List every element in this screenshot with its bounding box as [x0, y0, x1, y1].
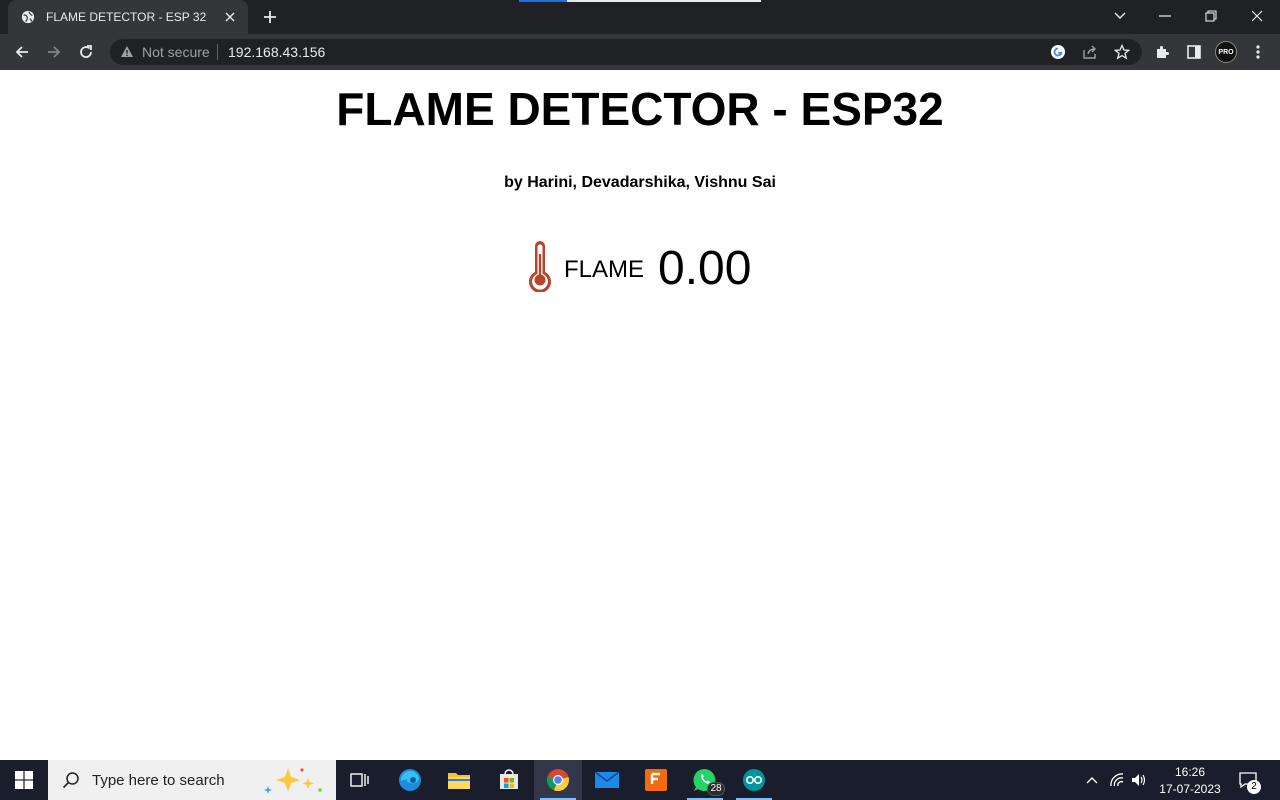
url-text[interactable]: 192.168.43.156: [228, 44, 325, 60]
clock-time: 16:26: [1174, 765, 1206, 779]
network-icon[interactable]: [1106, 760, 1128, 800]
reload-button[interactable]: [72, 38, 100, 66]
restore-button[interactable]: [1188, 0, 1234, 32]
extensions-puzzle-icon[interactable]: [1148, 38, 1176, 66]
search-icon: [62, 772, 79, 789]
start-button[interactable]: [0, 760, 48, 800]
tab-title: FLAME DETECTOR - ESP 32: [46, 10, 207, 24]
clock-date: 17-07-2023: [1159, 782, 1221, 796]
page-subtitle: by Harini, Devadarshika, Vishnu Sai: [504, 174, 776, 191]
chrome-taskbar-icon[interactable]: [534, 760, 582, 800]
forward-button[interactable]: [40, 38, 68, 66]
reading-label: FLAME: [564, 256, 645, 283]
share-icon[interactable]: [1080, 42, 1100, 62]
taskbar-search-box[interactable]: Type here to search: [48, 760, 336, 800]
search-placeholder: Type here to search: [92, 771, 225, 789]
menu-kebab-icon[interactable]: [1244, 38, 1272, 66]
task-view-icon[interactable]: [336, 760, 384, 800]
google-lens-icon[interactable]: [1048, 42, 1068, 62]
security-label[interactable]: Not secure: [142, 44, 210, 60]
windows-logo-icon: [15, 771, 33, 789]
arduino-icon[interactable]: [730, 760, 778, 800]
file-explorer-icon[interactable]: [435, 760, 483, 800]
tab-strip: FLAME DETECTOR - ESP 32: [0, 0, 1280, 34]
side-panel-icon[interactable]: [1180, 38, 1208, 66]
new-tab-button[interactable]: [259, 7, 281, 27]
speaker-icon[interactable]: [1128, 760, 1150, 800]
web-page: FLAME DETECTOR - ESP32 by Harini, Devada…: [0, 70, 1280, 760]
profile-badge: PRO: [1215, 41, 1237, 63]
omnibox-divider: [217, 44, 218, 60]
tabstrip-highlight: [519, 0, 567, 2]
notifications-badge: 2: [1247, 780, 1261, 794]
thermometer-icon: [526, 240, 554, 297]
whatsapp-badge: 28: [707, 782, 725, 796]
tab-search-button[interactable]: [1097, 0, 1143, 32]
tab-active[interactable]: FLAME DETECTOR - ESP 32: [8, 0, 248, 34]
bookmark-star-icon[interactable]: [1112, 42, 1132, 62]
globe-icon: [20, 9, 36, 25]
close-tab-icon[interactable]: [222, 9, 238, 25]
f360-app-icon[interactable]: [632, 760, 680, 800]
page-title: FLAME DETECTOR - ESP32: [336, 83, 944, 135]
warning-icon[interactable]: [120, 45, 134, 59]
sparkles-icon: [264, 768, 322, 794]
taskbar-clock[interactable]: 16:26 17-07-2023: [1150, 764, 1230, 798]
edge-browser-icon[interactable]: [386, 760, 434, 800]
taskbar: Type here to search 28 16:26 17-07-2023: [0, 760, 1280, 800]
minimize-button[interactable]: [1142, 0, 1188, 32]
back-button[interactable]: [8, 38, 36, 66]
whatsapp-icon[interactable]: 28: [681, 760, 729, 800]
tray-chevron-up-icon[interactable]: [1082, 760, 1102, 800]
mail-icon[interactable]: [583, 760, 631, 800]
close-window-button[interactable]: [1234, 0, 1280, 32]
reading-value: 0.00: [658, 241, 752, 295]
flame-reading: FLAME 0.00: [526, 240, 751, 296]
profile-avatar[interactable]: PRO: [1212, 38, 1240, 66]
tabstrip-highlight: [567, 0, 761, 2]
address-bar[interactable]: Not secure 192.168.43.156: [110, 39, 1142, 65]
microsoft-store-icon[interactable]: [485, 760, 533, 800]
